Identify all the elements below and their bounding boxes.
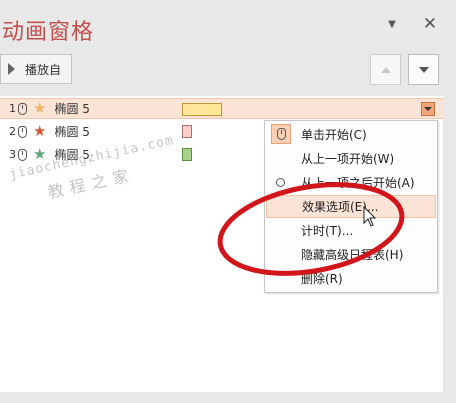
play-from-button[interactable]: 播放自: [0, 54, 72, 84]
mouse-icon: [18, 102, 27, 115]
menu-item-timing[interactable]: 计时(T)...: [266, 219, 436, 242]
animation-name: 椭圆 5: [54, 148, 90, 162]
menu-item-label: 计时(T)...: [301, 224, 354, 238]
pane-options-dropdown-icon[interactable]: ▼: [382, 14, 402, 34]
triangle-down-icon: [424, 107, 432, 111]
mouse-icon: [18, 148, 27, 161]
play-icon: [8, 63, 15, 75]
play-from-label: 播放自: [25, 62, 62, 77]
move-down-button[interactable]: [408, 54, 439, 85]
menu-item-delete[interactable]: 删除(R): [266, 267, 436, 290]
star-icon: ★: [33, 122, 47, 140]
context-menu: 单击开始(C) 从上一项开始(W) 从上一项之后开始(A) 效果选项(E)...…: [264, 120, 438, 293]
animation-number: 2: [9, 125, 16, 138]
menu-item-label: 删除(R): [301, 272, 343, 286]
triangle-down-icon: [418, 66, 429, 73]
menu-item-label: 效果选项(E)...: [302, 200, 379, 214]
timing-bar[interactable]: [182, 125, 192, 138]
menu-item-label: 从上一项开始(W): [301, 152, 395, 166]
menu-item-label: 单击开始(C): [301, 128, 367, 142]
menu-item-hide-advanced-timeline[interactable]: 隐藏高级日程表(H): [266, 243, 436, 266]
menu-item-effect-options[interactable]: 效果选项(E)...: [266, 195, 436, 218]
mouse-icon: [271, 124, 291, 144]
animation-name: 椭圆 5: [54, 125, 90, 139]
row-dropdown-button[interactable]: [421, 102, 435, 116]
close-icon[interactable]: ✕: [420, 14, 440, 34]
menu-item-start-after-previous[interactable]: 从上一项之后开始(A): [266, 171, 436, 194]
move-up-button[interactable]: [370, 54, 401, 85]
menu-item-start-on-click[interactable]: 单击开始(C): [266, 123, 436, 146]
star-icon: ★: [33, 99, 47, 117]
animation-number: 3: [9, 148, 16, 161]
menu-item-label: 从上一项之后开始(A): [301, 176, 415, 190]
timing-bar[interactable]: [182, 103, 222, 116]
animation-number: 1: [9, 102, 16, 115]
animation-name: 椭圆 5: [54, 102, 90, 116]
animation-pane: 动画窗格 ▼ ✕ 播放自 1 ★ 椭圆 5 2 ★ 椭圆 5 3 ★ 椭圆 5 …: [0, 0, 456, 403]
star-icon: ★: [33, 145, 47, 163]
menu-item-start-with-previous[interactable]: 从上一项开始(W): [266, 147, 436, 170]
triangle-up-icon: [380, 66, 391, 73]
animation-row[interactable]: 1 ★ 椭圆 5: [0, 98, 443, 119]
mouse-icon: [18, 125, 27, 138]
timing-bar[interactable]: [182, 148, 192, 161]
menu-item-label: 隐藏高级日程表(H): [301, 248, 404, 262]
pane-title: 动画窗格: [2, 20, 95, 45]
clock-icon: [276, 178, 285, 187]
